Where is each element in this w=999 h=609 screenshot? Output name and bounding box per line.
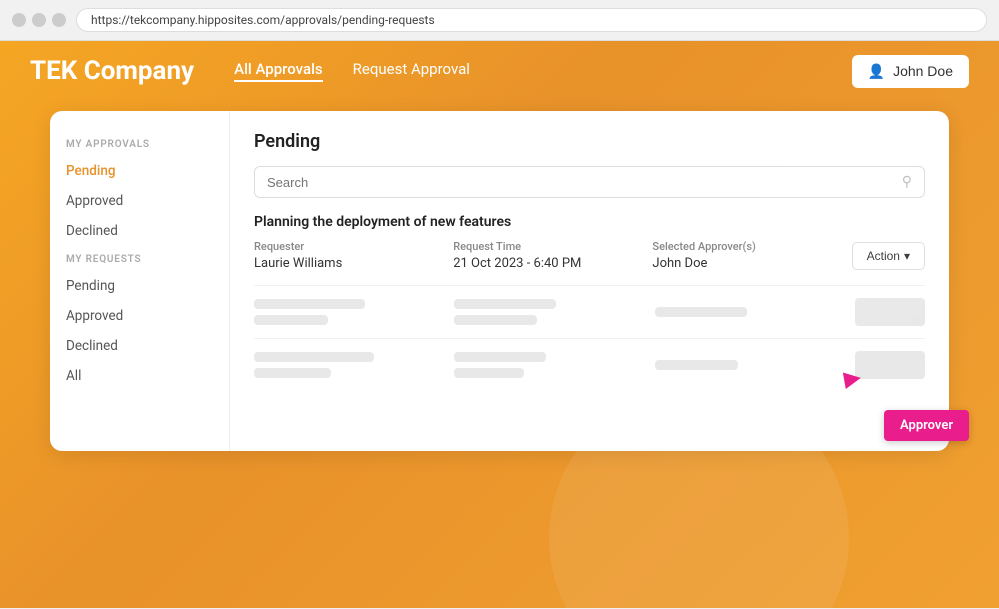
search-input[interactable] (267, 175, 902, 190)
skeleton-col-4 (254, 352, 438, 378)
search-icon: ⚲ (902, 174, 912, 190)
skeleton-block (254, 368, 331, 378)
skeleton-block (655, 360, 738, 370)
skeleton-btn-2 (855, 351, 925, 379)
skeleton-col-5 (454, 352, 638, 378)
sidebar-item-declined-requests[interactable]: Declined (50, 331, 229, 361)
request-time-col: Request Time 21 Oct 2023 - 6:40 PM (453, 240, 652, 271)
browser-refresh[interactable] (52, 13, 66, 27)
sidebar-item-all-requests[interactable]: All (50, 361, 229, 391)
address-bar[interactable]: https://tekcompany.hipposites.com/approv… (76, 8, 987, 32)
user-button[interactable]: 👤 John Doe (852, 55, 969, 88)
skeleton-col-2 (454, 299, 638, 325)
action-label: Action (867, 249, 900, 263)
selected-approver-label: Selected Approver(s) (652, 240, 851, 253)
skeleton-block (454, 315, 537, 325)
user-name: John Doe (893, 63, 953, 79)
approval-meta: Requester Laurie Williams Request Time 2… (254, 240, 925, 271)
skeleton-block (454, 368, 524, 378)
sidebar-item-declined-approvals[interactable]: Declined (50, 216, 229, 246)
main-content: MY APPROVALS Pending Approved Declined M… (0, 101, 999, 461)
approval-title: Planning the deployment of new features (254, 214, 925, 230)
request-time-value: 21 Oct 2023 - 6:40 PM (453, 256, 652, 271)
browser-chrome: https://tekcompany.hipposites.com/approv… (0, 0, 999, 41)
nav-all-approvals[interactable]: All Approvals (234, 60, 322, 82)
browser-controls (12, 13, 66, 27)
skeleton-block (254, 352, 374, 362)
skeleton-block (254, 315, 328, 325)
logo: TEK Company (30, 56, 194, 86)
skeleton-col-3 (655, 307, 839, 317)
skeleton-block (655, 307, 747, 317)
header: TEK Company All Approvals Request Approv… (0, 41, 999, 101)
content-area: Pending ⚲ Planning the deployment of new… (230, 111, 949, 451)
chevron-down-icon: ▾ (904, 249, 910, 263)
sidebar-item-pending-approvals[interactable]: Pending (50, 156, 229, 186)
user-icon: 👤 (868, 63, 885, 80)
my-requests-label: MY REQUESTS (50, 254, 229, 265)
skeleton-btn-1 (855, 298, 925, 326)
skeleton-row-2 (254, 338, 925, 391)
skeleton-col-6 (655, 360, 839, 370)
request-time-label: Request Time (453, 240, 652, 253)
sidebar-item-approved-approvals[interactable]: Approved (50, 186, 229, 216)
requester-label: Requester (254, 240, 453, 253)
approver-col: Selected Approver(s) John Doe (652, 240, 851, 271)
approver-badge[interactable]: Approver (884, 410, 969, 441)
requester-value: Laurie Williams (254, 256, 453, 271)
nav-request-approval[interactable]: Request Approval (353, 60, 470, 82)
skeleton-block (254, 299, 365, 309)
search-bar: ⚲ (254, 166, 925, 198)
approval-item: Planning the deployment of new features … (254, 214, 925, 271)
browser-back[interactable] (12, 13, 26, 27)
nav: All Approvals Request Approval (234, 60, 851, 82)
skeleton-block (454, 352, 546, 362)
my-approvals-label: MY APPROVALS (50, 139, 229, 150)
skeleton-col-1 (254, 299, 438, 325)
skeleton-block (454, 299, 555, 309)
requester-col: Requester Laurie Williams (254, 240, 453, 271)
sidebar: MY APPROVALS Pending Approved Declined M… (50, 111, 230, 451)
skeleton-row-1 (254, 285, 925, 338)
sidebar-item-approved-requests[interactable]: Approved (50, 301, 229, 331)
action-button[interactable]: Action ▾ (852, 242, 925, 270)
sidebar-item-pending-requests[interactable]: Pending (50, 271, 229, 301)
content-title: Pending (254, 131, 925, 152)
main-card: MY APPROVALS Pending Approved Declined M… (50, 111, 949, 451)
app-background: TEK Company All Approvals Request Approv… (0, 41, 999, 608)
browser-forward[interactable] (32, 13, 46, 27)
selected-approver-value: John Doe (652, 256, 851, 271)
